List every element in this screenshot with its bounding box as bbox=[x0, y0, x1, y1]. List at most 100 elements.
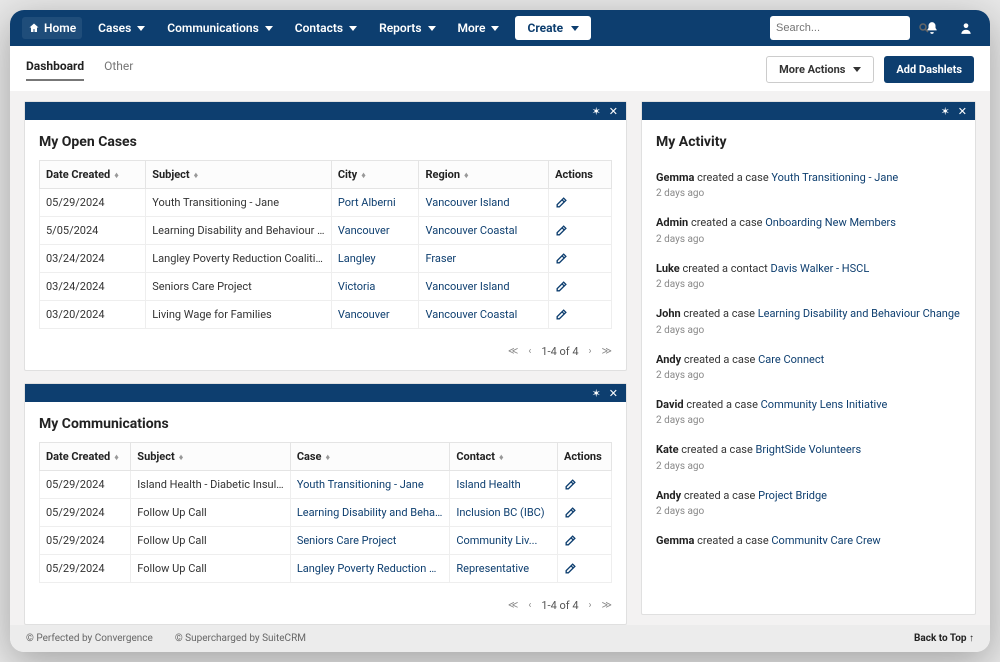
col-case[interactable]: Case♦ bbox=[290, 443, 450, 471]
cell-city[interactable]: Langley bbox=[331, 245, 419, 273]
activity-target[interactable]: Community Care Crew bbox=[771, 534, 880, 544]
table-row: 03/20/2024Living Wage for FamiliesVancou… bbox=[40, 301, 612, 329]
sort-icon: ♦ bbox=[179, 452, 184, 463]
close-icon[interactable]: ✕ bbox=[609, 387, 618, 400]
gear-icon[interactable]: ✶ bbox=[592, 387, 601, 400]
cell-region[interactable]: Vancouver Island bbox=[419, 189, 549, 217]
edit-icon[interactable] bbox=[555, 252, 605, 265]
activity-verb: created a case bbox=[681, 443, 753, 456]
close-icon[interactable]: ✕ bbox=[609, 105, 618, 118]
page-next-icon[interactable]: › bbox=[589, 346, 592, 357]
edit-icon[interactable] bbox=[555, 280, 605, 293]
activity-target[interactable]: Project Bridge bbox=[758, 489, 827, 502]
sort-icon: ♦ bbox=[114, 452, 119, 463]
nav-cases[interactable]: Cases bbox=[92, 17, 151, 39]
activity-target[interactable]: Care Connect bbox=[758, 353, 824, 366]
activity-verb: created a case bbox=[686, 398, 758, 411]
col-city[interactable]: City♦ bbox=[331, 161, 419, 189]
cell-region[interactable]: Vancouver Island bbox=[419, 273, 549, 301]
notifications-icon[interactable] bbox=[920, 16, 944, 40]
cell-contact[interactable]: Community Liv... bbox=[450, 527, 558, 555]
cell-actions bbox=[557, 471, 611, 499]
cell-region[interactable]: Fraser bbox=[419, 245, 549, 273]
col-date[interactable]: Date Created♦ bbox=[40, 161, 146, 189]
col-region[interactable]: Region♦ bbox=[419, 161, 549, 189]
back-to-top-button[interactable]: Back to Top ↑ bbox=[914, 633, 974, 644]
tab-dashboard[interactable]: Dashboard bbox=[26, 59, 84, 81]
cell-city[interactable]: Port Alberni bbox=[331, 189, 419, 217]
more-actions-button[interactable]: More Actions bbox=[766, 56, 874, 83]
cell-contact[interactable]: Representative bbox=[450, 555, 558, 583]
col-contact[interactable]: Contact♦ bbox=[450, 443, 558, 471]
add-dashlets-button[interactable]: Add Dashlets bbox=[884, 56, 974, 83]
edit-icon[interactable] bbox=[564, 534, 605, 547]
cell-date: 5/05/2024 bbox=[40, 217, 146, 245]
cell-contact[interactable]: Inclusion BC (IBC) bbox=[450, 499, 558, 527]
tab-other[interactable]: Other bbox=[104, 59, 133, 81]
activity-target[interactable]: Davis Walker - HSCL bbox=[771, 262, 870, 275]
edit-icon[interactable] bbox=[555, 196, 605, 209]
nav-home[interactable]: Home bbox=[22, 17, 82, 39]
chevron-down-icon bbox=[428, 26, 436, 31]
activity-target[interactable]: Onboarding New Members bbox=[765, 216, 896, 229]
col-date[interactable]: Date Created♦ bbox=[40, 443, 131, 471]
cell-city[interactable]: Vancouver bbox=[331, 301, 419, 329]
activity-when: 2 days ago bbox=[656, 324, 961, 338]
activity-item: Andy created a case Care Connect2 days a… bbox=[656, 346, 961, 391]
cell-region[interactable]: Vancouver Coastal bbox=[419, 217, 549, 245]
comms-pager: ≪ ‹ 1-4 of 4 › ≫ bbox=[25, 593, 626, 624]
close-icon[interactable]: ✕ bbox=[958, 105, 967, 118]
cell-actions bbox=[549, 301, 612, 329]
activity-who: Andy bbox=[656, 353, 681, 366]
cell-case[interactable]: Seniors Care Project bbox=[290, 527, 450, 555]
page-prev-icon[interactable]: ‹ bbox=[528, 346, 531, 357]
sort-icon: ♦ bbox=[194, 170, 199, 181]
activity-target[interactable]: BrightSide Volunteers bbox=[756, 443, 862, 456]
search-input[interactable] bbox=[776, 22, 918, 34]
cell-city[interactable]: Vancouver bbox=[331, 217, 419, 245]
edit-icon[interactable] bbox=[564, 506, 605, 519]
page-last-icon[interactable]: ≫ bbox=[602, 600, 612, 611]
cell-actions bbox=[549, 273, 612, 301]
cell-case[interactable]: Langley Poverty Reduction Co... bbox=[290, 555, 450, 583]
activity-target[interactable]: Community Lens Initiative bbox=[761, 398, 888, 411]
gear-icon[interactable]: ✶ bbox=[941, 105, 950, 118]
nav-more-label: More bbox=[458, 21, 486, 35]
gear-icon[interactable]: ✶ bbox=[592, 105, 601, 118]
pager-label: 1-4 of 4 bbox=[541, 345, 578, 358]
nav-more[interactable]: More bbox=[452, 17, 506, 39]
page-prev-icon[interactable]: ‹ bbox=[528, 600, 531, 611]
page-next-icon[interactable]: › bbox=[589, 600, 592, 611]
edit-icon[interactable] bbox=[564, 478, 605, 491]
activity-target[interactable]: Learning Disability and Behaviour Change bbox=[758, 307, 960, 320]
col-subject[interactable]: Subject♦ bbox=[131, 443, 291, 471]
page-last-icon[interactable]: ≫ bbox=[602, 346, 612, 357]
search-input-wrap[interactable] bbox=[770, 16, 910, 40]
create-button[interactable]: Create bbox=[515, 16, 591, 40]
communications-table: Date Created♦ Subject♦ Case♦ Contact♦ Ac… bbox=[39, 442, 612, 583]
activity-verb: created a case bbox=[697, 171, 769, 184]
edit-icon[interactable] bbox=[555, 308, 605, 321]
table-row: 05/29/2024Island Health - Diabetic Insul… bbox=[40, 471, 612, 499]
cell-city[interactable]: Victoria bbox=[331, 273, 419, 301]
cell-contact[interactable]: Island Health bbox=[450, 471, 558, 499]
col-subject[interactable]: Subject♦ bbox=[146, 161, 332, 189]
page-first-icon[interactable]: ≪ bbox=[508, 346, 518, 357]
table-row: 03/24/2024Langley Poverty Reduction Coal… bbox=[40, 245, 612, 273]
cell-region[interactable]: Vancouver Coastal bbox=[419, 301, 549, 329]
cell-date: 05/29/2024 bbox=[40, 555, 131, 583]
activity-target[interactable]: Youth Transitioning - Jane bbox=[771, 171, 898, 184]
footer: © Perfected by Convergence © Supercharge… bbox=[10, 625, 990, 652]
chevron-down-icon bbox=[265, 26, 273, 31]
edit-icon[interactable] bbox=[555, 224, 605, 237]
activity-scroll[interactable]: Gemma created a case Youth Transitioning… bbox=[656, 164, 969, 544]
nav-contacts[interactable]: Contacts bbox=[289, 17, 363, 39]
cell-case[interactable]: Learning Disability and Behav... bbox=[290, 499, 450, 527]
cell-case[interactable]: Youth Transitioning - Jane bbox=[290, 471, 450, 499]
nav-reports[interactable]: Reports bbox=[373, 17, 441, 39]
user-icon[interactable] bbox=[954, 16, 978, 40]
edit-icon[interactable] bbox=[564, 562, 605, 575]
footer-credit-1: © Perfected by Convergence bbox=[26, 633, 153, 644]
nav-communications[interactable]: Communications bbox=[161, 17, 279, 39]
page-first-icon[interactable]: ≪ bbox=[508, 600, 518, 611]
